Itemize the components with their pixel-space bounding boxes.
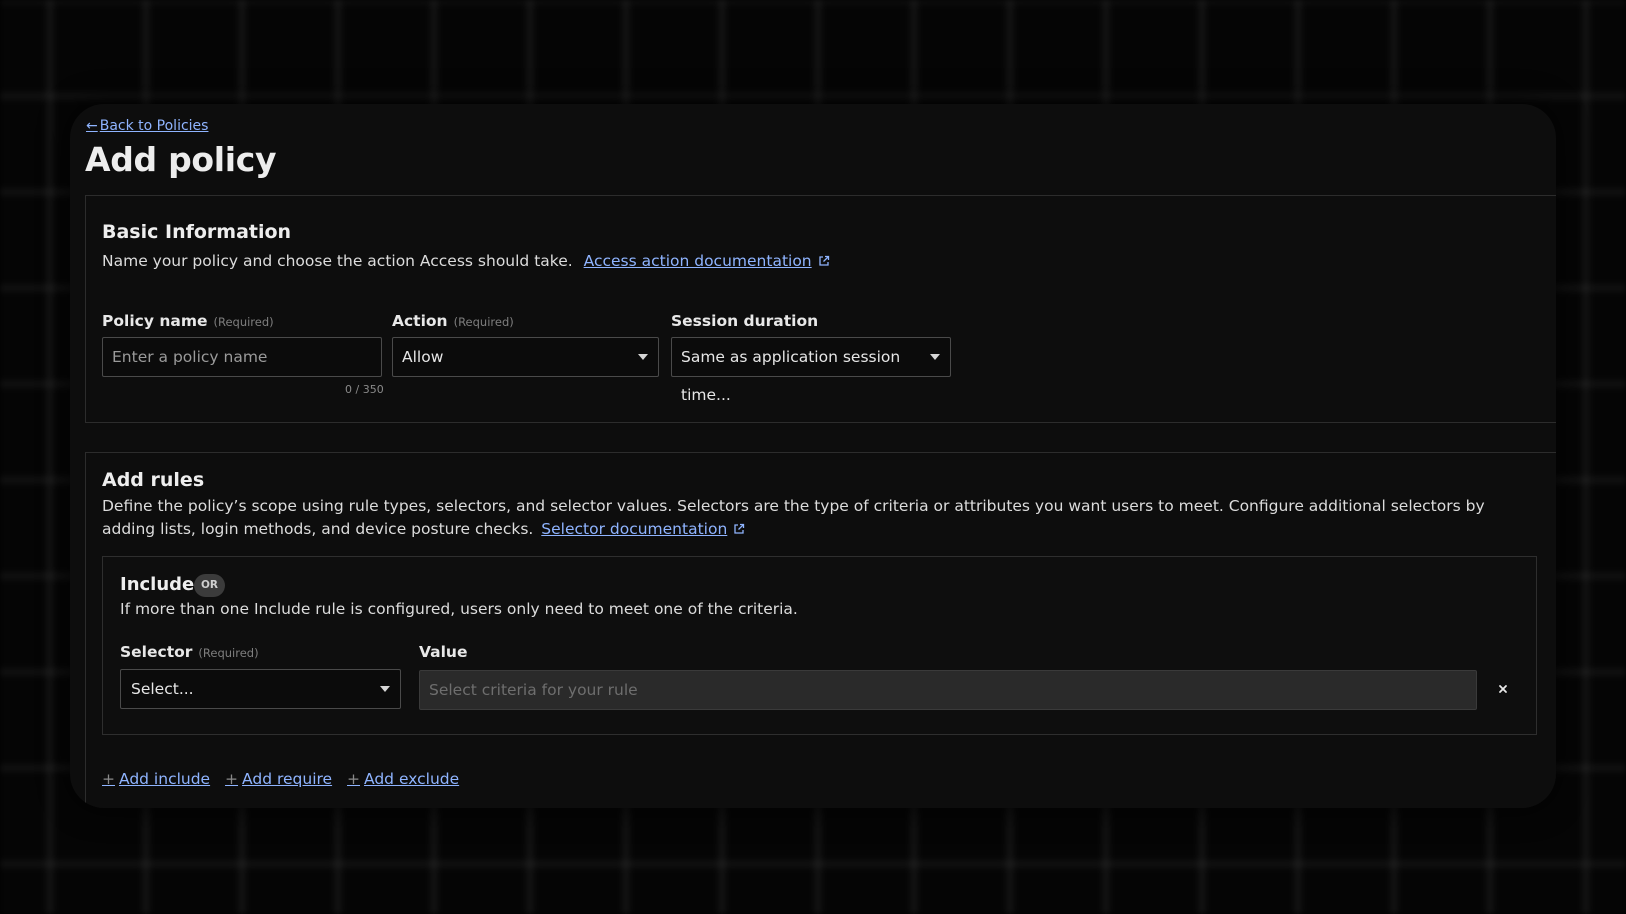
- policy-form-panel: ← Back to Policies Add policy Basic Infor…: [70, 104, 1556, 808]
- add-exclude-link[interactable]: + Add exclude: [347, 770, 459, 788]
- chevron-down-icon: [930, 354, 940, 360]
- selector-doc-link[interactable]: Selector documentation: [541, 520, 745, 538]
- access-action-doc-link[interactable]: Access action documentation: [584, 252, 830, 270]
- add-include-link[interactable]: + Add include: [102, 770, 210, 788]
- close-icon[interactable]: [1493, 679, 1513, 699]
- add-require-link[interactable]: + Add require: [225, 770, 332, 788]
- value-placeholder: Select criteria for your rule: [429, 681, 638, 699]
- include-title: Include: [120, 574, 195, 595]
- policy-name-char-count: 0 / 350: [345, 383, 384, 396]
- back-link-label: Back to Policies: [99, 118, 209, 134]
- basic-information-card: Basic Information Name your policy and c…: [85, 195, 1556, 423]
- required-tag: (Required): [453, 315, 514, 329]
- include-rule-group: Include OR If more than one Include rule…: [102, 556, 1537, 735]
- value-label-text: Value: [419, 643, 468, 661]
- add-rules-description: Define the policy’s scope using rule typ…: [102, 495, 1522, 541]
- include-description: If more than one Include rule is configu…: [120, 600, 798, 618]
- basic-information-description: Name your policy and choose the action A…: [102, 250, 830, 273]
- add-rule-actions: + Add include + Add require + Add exclude: [102, 770, 469, 788]
- page-title: Add policy: [85, 140, 277, 179]
- action-select[interactable]: Allow: [392, 337, 659, 377]
- add-exclude-label: Add exclude: [364, 770, 460, 788]
- policy-name-label: Policy name (Required): [102, 312, 274, 330]
- session-duration-label-text: Session duration: [671, 312, 819, 330]
- plus-icon: +: [102, 770, 115, 788]
- add-rules-card: Add rules Define the policy’s scope usin…: [85, 452, 1556, 808]
- policy-name-input[interactable]: Enter a policy name: [102, 337, 382, 377]
- required-tag: (Required): [198, 646, 259, 660]
- chevron-down-icon: [638, 354, 648, 360]
- add-require-label: Add require: [242, 770, 333, 788]
- add-rules-title: Add rules: [102, 469, 205, 491]
- plus-icon: +: [225, 770, 239, 788]
- access-action-doc-label: Access action documentation: [583, 252, 812, 270]
- session-duration-selected-value: Same as application session time...: [681, 348, 901, 404]
- session-duration-label: Session duration: [671, 312, 818, 330]
- rules-description-text: Define the policy’s scope using rule typ…: [102, 497, 1485, 538]
- policy-name-placeholder: Enter a policy name: [112, 348, 268, 366]
- external-link-icon: [734, 523, 745, 534]
- action-label-text: Action: [392, 312, 448, 330]
- basic-description-text: Name your policy and choose the action A…: [102, 252, 573, 270]
- action-label: Action (Required): [392, 312, 514, 330]
- selector-label: Selector (Required): [120, 643, 259, 661]
- back-arrow-icon: ←: [86, 118, 98, 134]
- chevron-down-icon: [380, 686, 390, 692]
- required-tag: (Required): [213, 315, 274, 329]
- add-include-label: Add include: [119, 770, 211, 788]
- selector-label-text: Selector: [120, 643, 193, 661]
- basic-information-title: Basic Information: [102, 221, 292, 243]
- value-input[interactable]: Select criteria for your rule: [419, 670, 1477, 710]
- or-badge: OR: [194, 574, 225, 597]
- policy-name-label-text: Policy name: [102, 312, 208, 330]
- selector-select[interactable]: Select...: [120, 669, 401, 709]
- action-selected-value: Allow: [402, 348, 444, 366]
- plus-icon: +: [347, 770, 361, 788]
- selector-selected-value: Select...: [131, 680, 194, 698]
- value-label: Value: [419, 643, 467, 661]
- external-link-icon: [818, 255, 829, 266]
- session-duration-select[interactable]: Same as application session time...: [671, 337, 951, 404]
- back-to-policies-link[interactable]: ← Back to Policies: [86, 118, 208, 134]
- selector-doc-label: Selector documentation: [541, 520, 728, 538]
